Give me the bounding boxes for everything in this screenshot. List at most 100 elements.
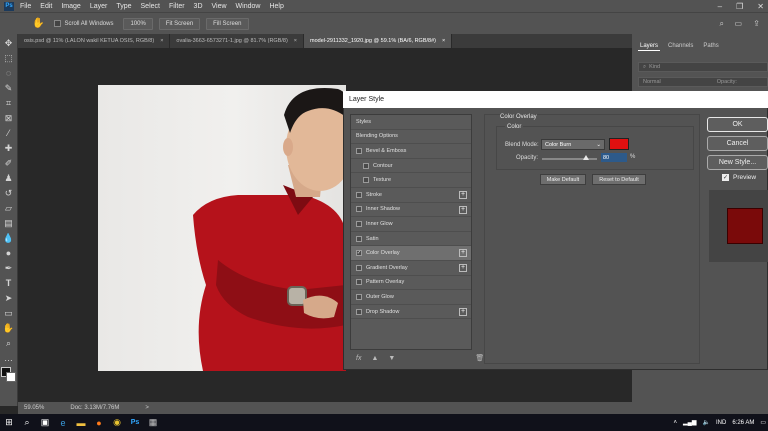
clock[interactable]: 6:26 AM: [732, 420, 754, 426]
menu-select[interactable]: Select: [141, 3, 160, 10]
more-tools-icon[interactable]: …: [3, 352, 15, 364]
style-checkbox[interactable]: ✓: [356, 250, 362, 257]
language-indicator[interactable]: IND: [716, 420, 726, 426]
style-item[interactable]: Inner Glow: [351, 217, 471, 232]
search-icon[interactable]: ⌕: [18, 414, 36, 431]
blend-mode-dropdown[interactable]: Color Burn ⌄: [541, 139, 605, 150]
tab-osis-psd[interactable]: osis.psd @ 11% (LALON wakil KETUA OSIS, …: [18, 34, 171, 48]
style-item[interactable]: Stroke +: [351, 188, 471, 203]
style-checkbox[interactable]: [356, 191, 362, 198]
hand-tool-icon[interactable]: ✋: [32, 18, 44, 29]
add-style-icon[interactable]: +: [459, 263, 467, 272]
fit-screen-button[interactable]: Fit Screen: [158, 17, 201, 30]
rectangle-tool-icon[interactable]: ▭: [3, 307, 15, 319]
new-style-button[interactable]: New Style...: [707, 155, 768, 170]
volume-icon[interactable]: 🔈: [702, 419, 709, 426]
style-item[interactable]: Drop Shadow +: [351, 305, 471, 320]
clone-stamp-tool-icon[interactable]: ♟: [3, 172, 15, 184]
style-item[interactable]: Bevel & Emboss: [351, 144, 471, 159]
style-item[interactable]: Satin: [351, 232, 471, 247]
foreground-background-colors[interactable]: [0, 367, 17, 383]
menu-help[interactable]: Help: [269, 3, 283, 10]
scroll-all-windows-option[interactable]: Scroll All Windows: [54, 20, 113, 27]
menu-edit[interactable]: Edit: [40, 3, 52, 10]
zoom-100-button[interactable]: 100%: [123, 17, 153, 30]
document-photo[interactable]: [98, 85, 346, 371]
gradient-tool-icon[interactable]: ▤: [3, 217, 15, 229]
tab-paths[interactable]: Paths: [701, 42, 720, 51]
style-item[interactable]: Gradient Overlay +: [351, 261, 471, 276]
close-icon[interactable]: ×: [160, 38, 163, 44]
zoom-tool-icon[interactable]: ⌕: [3, 337, 15, 349]
menu-view[interactable]: View: [212, 3, 227, 10]
opacity-input[interactable]: 80: [601, 153, 627, 162]
style-item[interactable]: Blending Options: [351, 130, 471, 145]
quick-select-tool-icon[interactable]: ✎: [3, 82, 15, 94]
eraser-tool-icon[interactable]: ▱: [3, 202, 15, 214]
lasso-tool-icon[interactable]: ◌: [3, 67, 15, 79]
tab-model-jpg[interactable]: model-2911332_1920.jpg @ 59.1% (BA/6, RG…: [304, 34, 453, 48]
background-color-swatch[interactable]: [5, 372, 16, 382]
hand-tool-icon[interactable]: ✋: [3, 322, 15, 334]
move-down-icon[interactable]: ▼: [388, 355, 395, 362]
marquee-tool-icon[interactable]: ⬚: [3, 52, 15, 64]
zoom-level[interactable]: 59.05%: [24, 405, 44, 411]
chrome-icon[interactable]: ◉: [108, 414, 126, 431]
style-item[interactable]: Texture: [351, 173, 471, 188]
cancel-button[interactable]: Cancel: [707, 136, 768, 151]
brush-tool-icon[interactable]: ✐: [3, 157, 15, 169]
network-icon[interactable]: ▂▄▆: [683, 419, 696, 426]
dodge-tool-icon[interactable]: ●: [3, 247, 15, 259]
style-checkbox[interactable]: [356, 220, 362, 227]
workspace-icon[interactable]: ▭: [734, 19, 742, 28]
move-tool-icon[interactable]: ✥: [3, 37, 15, 49]
chevron-up-icon[interactable]: ˄: [673, 420, 677, 426]
menu-file[interactable]: File: [20, 3, 31, 10]
add-style-icon[interactable]: +: [459, 249, 467, 258]
make-default-button[interactable]: Make Default: [540, 174, 586, 185]
crop-tool-icon[interactable]: ⌗: [3, 97, 15, 109]
style-checkbox[interactable]: [363, 177, 369, 184]
edge-icon[interactable]: e: [54, 414, 72, 431]
fill-screen-button[interactable]: Fill Screen: [206, 17, 249, 30]
style-checkbox[interactable]: [356, 279, 362, 286]
firefox-icon[interactable]: ●: [90, 414, 108, 431]
file-explorer-icon[interactable]: ▬: [72, 414, 90, 431]
tab-ovalia-jpg[interactable]: ovalia-3663-6573271-1.jpg @ 81.7% (RGB/8…: [170, 34, 305, 48]
menu-3d[interactable]: 3D: [194, 3, 203, 10]
add-style-icon[interactable]: +: [459, 190, 467, 199]
blend-mode-select[interactable]: Normal Opacity:: [638, 77, 768, 87]
menu-layer[interactable]: Layer: [90, 3, 108, 10]
blur-tool-icon[interactable]: 💧: [3, 232, 15, 244]
fx-icon[interactable]: fx: [356, 355, 361, 362]
style-checkbox[interactable]: [363, 162, 369, 169]
style-checkbox[interactable]: [356, 235, 362, 242]
reset-to-default-button[interactable]: Reset to Default: [592, 174, 646, 185]
menu-image[interactable]: Image: [61, 3, 80, 10]
eyedropper-tool-icon[interactable]: ⁄: [3, 127, 15, 139]
menu-type[interactable]: Type: [116, 3, 131, 10]
style-checkbox[interactable]: [356, 147, 362, 154]
close-icon[interactable]: ✕: [757, 2, 764, 11]
tab-channels[interactable]: Channels: [666, 42, 695, 51]
trash-icon[interactable]: 🗑: [475, 354, 484, 362]
style-checkbox[interactable]: [356, 293, 362, 300]
move-up-icon[interactable]: ▲: [371, 355, 378, 362]
opacity-slider-knob[interactable]: [583, 155, 589, 160]
style-item[interactable]: Contour: [351, 159, 471, 174]
layer-kind-filter[interactable]: ⌕ Kind: [638, 62, 768, 72]
minimize-icon[interactable]: –: [718, 2, 722, 11]
ok-button[interactable]: OK: [707, 117, 768, 132]
task-view-icon[interactable]: ▣: [36, 414, 54, 431]
add-style-icon[interactable]: +: [459, 307, 467, 316]
photoshop-icon[interactable]: Ps: [126, 414, 144, 431]
style-item[interactable]: Outer Glow: [351, 290, 471, 305]
scroll-all-windows-checkbox[interactable]: [54, 20, 62, 27]
add-style-icon[interactable]: +: [459, 205, 467, 214]
path-select-tool-icon[interactable]: ➤: [3, 292, 15, 304]
overlay-color-swatch[interactable]: [609, 138, 629, 150]
style-item[interactable]: ✓ Color Overlay +: [351, 246, 471, 261]
close-icon[interactable]: ×: [294, 38, 297, 44]
preview-checkbox[interactable]: ✓: [722, 174, 729, 181]
tab-layers[interactable]: Layers: [638, 42, 661, 51]
